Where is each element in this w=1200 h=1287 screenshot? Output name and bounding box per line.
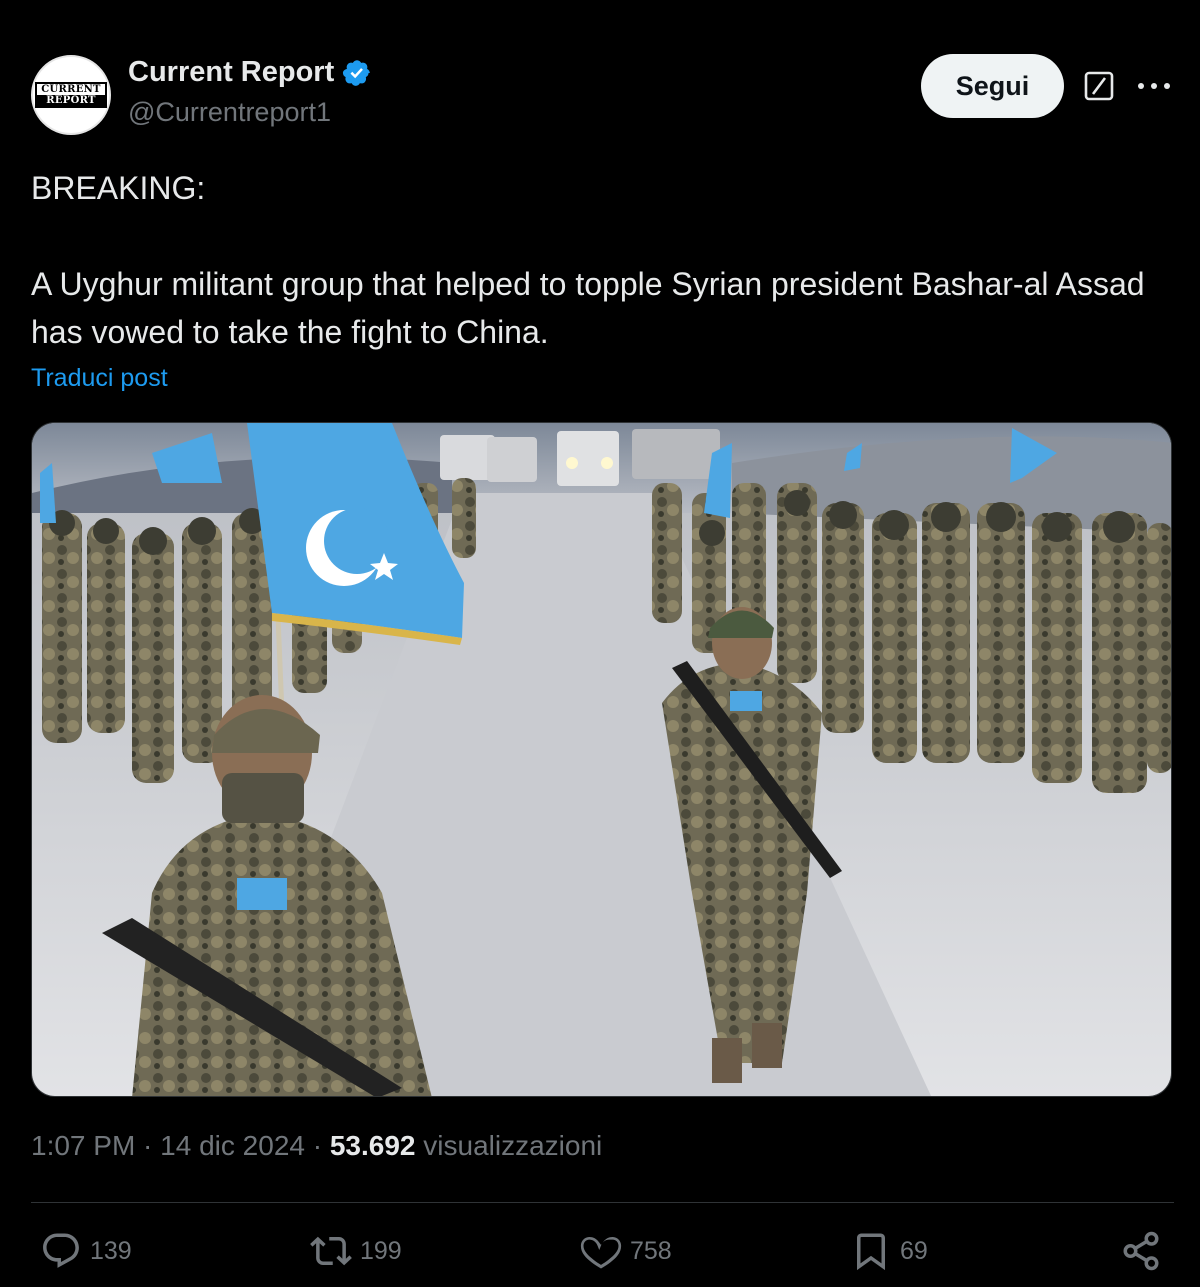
verified-badge-icon bbox=[343, 59, 371, 86]
bookmark-icon bbox=[857, 1233, 885, 1271]
avatar-logo: CURRENT REPORT bbox=[35, 82, 107, 108]
meta-separator: · bbox=[135, 1130, 161, 1161]
repost-count: 199 bbox=[360, 1236, 402, 1265]
post-text-line1: BREAKING: bbox=[31, 170, 206, 206]
photo-soldiers-marching bbox=[32, 423, 1171, 1096]
post-text-body: A Uyghur militant group that helped to t… bbox=[31, 266, 1145, 350]
reply-icon bbox=[43, 1233, 79, 1268]
heart-icon bbox=[580, 1236, 622, 1269]
author-name-row: Current Report bbox=[128, 56, 372, 89]
post-media-image[interactable] bbox=[31, 422, 1172, 1097]
bookmark-count: 69 bbox=[900, 1236, 928, 1265]
share-icon bbox=[1123, 1231, 1159, 1271]
follow-button[interactable]: Segui bbox=[921, 54, 1064, 118]
views-count: 53.692 bbox=[329, 1130, 416, 1161]
divider bbox=[31, 1202, 1174, 1203]
repost-button[interactable]: 199 bbox=[310, 1228, 402, 1274]
bookmark-button[interactable]: 69 bbox=[850, 1228, 928, 1274]
grok-icon[interactable] bbox=[1083, 70, 1115, 102]
avatar-logo-line1: CURRENT bbox=[41, 84, 101, 95]
like-button[interactable]: 758 bbox=[580, 1228, 672, 1274]
repost-icon bbox=[310, 1236, 352, 1266]
post-text: BREAKING: A Uyghur militant group that h… bbox=[31, 164, 1176, 356]
share-button[interactable] bbox=[1120, 1228, 1162, 1274]
post-detail: CURRENT REPORT Current Report @Currentre… bbox=[0, 0, 1200, 1287]
more-options-icon[interactable] bbox=[1138, 72, 1170, 100]
reply-button[interactable]: 139 bbox=[40, 1228, 132, 1274]
author-handle[interactable]: @Currentreport1 bbox=[128, 97, 331, 128]
like-count: 758 bbox=[630, 1236, 672, 1265]
author-display-name[interactable]: Current Report bbox=[128, 56, 334, 89]
reply-count: 139 bbox=[90, 1236, 132, 1265]
post-date[interactable]: 14 dic 2024 bbox=[160, 1130, 305, 1161]
translate-post-link[interactable]: Traduci post bbox=[31, 364, 168, 393]
avatar-logo-line2: REPORT bbox=[37, 95, 105, 106]
meta-separator: · bbox=[304, 1130, 330, 1161]
avatar[interactable]: CURRENT REPORT bbox=[31, 55, 111, 135]
post-time[interactable]: 1:07 PM bbox=[31, 1130, 135, 1161]
post-metadata: 1:07 PM · 14 dic 2024 · 53.692 visualizz… bbox=[31, 1130, 602, 1162]
views-label: visualizzazioni bbox=[415, 1130, 603, 1161]
